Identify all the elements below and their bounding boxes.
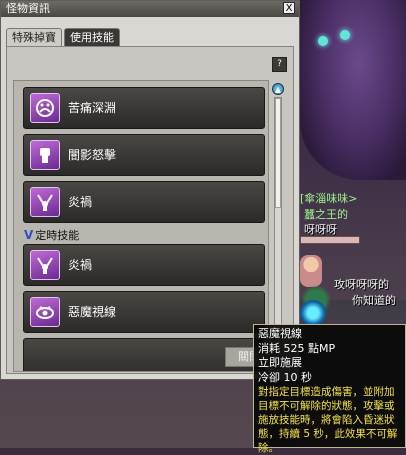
tab-skills[interactable]: 使用技能: [64, 28, 120, 46]
chat-line: 你知道的: [352, 294, 396, 307]
monster-eye: [340, 30, 350, 40]
section-label: 定時技能: [35, 229, 80, 242]
tab-bar: 特殊掉寶 使用技能: [6, 28, 120, 46]
skill-name: 惡魔視線: [68, 305, 117, 319]
skills-panel: ? 苦痛深淵 闇影怒擊 炎禍 V 定時技能 炎禍 惡魔視線 ▲: [6, 46, 294, 374]
skill-row[interactable]: 炎禍: [23, 181, 265, 223]
monster-info-window: 怪物資訊 X 特殊掉寶 使用技能 ? 苦痛深淵 闇影怒擊 炎禍 V 定時技能 炎…: [0, 0, 300, 380]
skill-tooltip: 惡魔視線 消耗 525 點MP 立即施展 冷卻 10 秒 對指定目標造成傷害，並…: [253, 324, 406, 454]
chevron-down-icon: V: [24, 228, 34, 242]
skill-row[interactable]: 炎禍: [23, 244, 265, 286]
scroll-up-button[interactable]: ▲: [272, 83, 284, 95]
skill-list: 苦痛深淵 闇影怒擊 炎禍 V 定時技能 炎禍 惡魔視線: [13, 80, 269, 372]
skill-row[interactable]: 苦痛深淵: [23, 87, 265, 129]
skill-name: 苦痛深淵: [68, 101, 117, 115]
chat-line: 攻呀呀呀的: [334, 278, 389, 291]
npc-sprite: [300, 255, 322, 287]
skill-row[interactable]: 惡魔視線: [23, 291, 265, 333]
scroll-track[interactable]: [274, 97, 282, 355]
glow-orb: [300, 300, 326, 326]
monster-sprite: [300, 0, 406, 180]
npc-title: 蠶之王的: [304, 208, 348, 221]
npc-name: [傘淄味味>: [300, 192, 358, 205]
tooltip-skill-name: 惡魔視線: [258, 327, 302, 340]
npc-hp-bar: [300, 236, 360, 244]
fire-arms-icon: [30, 250, 60, 280]
tooltip-cast: 立即施展: [258, 356, 302, 369]
tooltip-description: 對指定目標造成傷害，並附加目標不可解除的狀態，攻擊或施放技能時，將會陷入昏迷狀態…: [258, 386, 398, 454]
skill-name: 闇影怒擊: [68, 148, 117, 162]
tooltip-cost: 消耗 525 點MP: [258, 341, 336, 355]
skill-name: 炎禍: [68, 258, 93, 272]
scroll-thumb[interactable]: [275, 98, 281, 208]
timed-skills-header[interactable]: V 定時技能: [24, 227, 79, 243]
help-button[interactable]: ?: [272, 57, 287, 72]
monster-eye: [318, 36, 328, 46]
raised-fist-icon: [30, 140, 60, 170]
skill-row[interactable]: 闇影怒擊: [23, 134, 265, 176]
window-titlebar[interactable]: 怪物資訊 X: [1, 1, 299, 17]
window-title: 怪物資訊: [6, 2, 50, 15]
fire-arms-icon: [30, 187, 60, 217]
tooltip-cooldown: 冷卻 10 秒: [258, 370, 312, 384]
skill-name: 炎禍: [68, 195, 93, 209]
tab-special-drops[interactable]: 特殊掉寶: [6, 28, 62, 46]
close-button[interactable]: X: [283, 2, 295, 14]
tortured-face-icon: [30, 93, 60, 123]
demon-eye-icon: [30, 297, 60, 327]
npc-line: 呀呀呀: [304, 223, 337, 236]
